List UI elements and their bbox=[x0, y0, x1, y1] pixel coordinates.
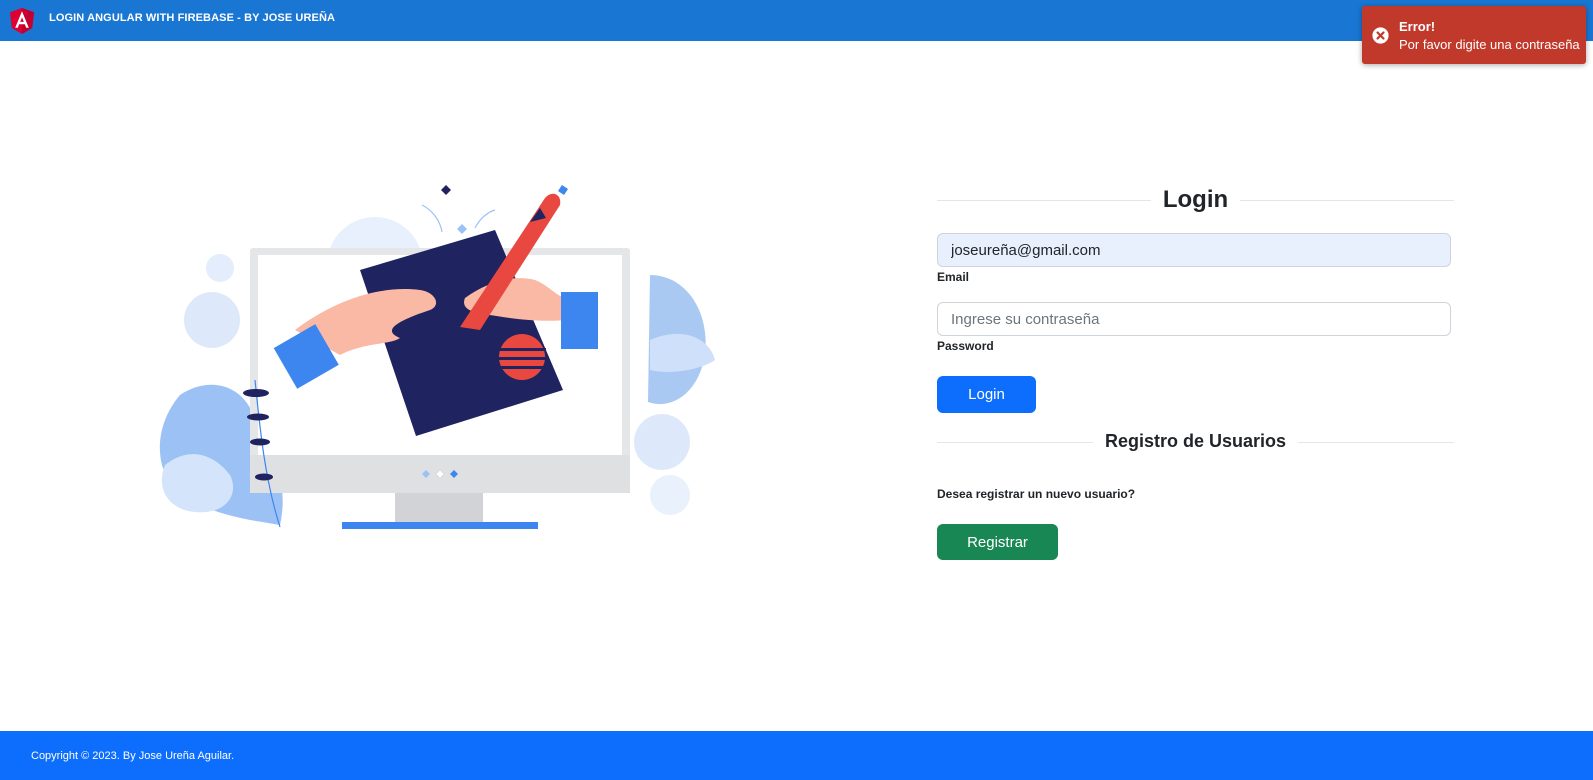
register-heading-divider: Registro de Usuarios bbox=[937, 431, 1454, 452]
password-label: Password bbox=[937, 339, 994, 353]
login-heading: Login bbox=[1150, 186, 1241, 213]
close-circle-icon bbox=[1372, 27, 1389, 44]
top-navbar: LOGIN ANGULAR WITH FIREBASE - BY JOSE UR… bbox=[0, 0, 1593, 41]
login-button[interactable]: Login bbox=[937, 376, 1036, 413]
navbar-title: LOGIN ANGULAR WITH FIREBASE - BY JOSE UR… bbox=[49, 12, 336, 24]
toast-title: Error! bbox=[1399, 19, 1436, 34]
email-label: Email bbox=[937, 270, 970, 284]
register-question: Desea registrar un nuevo usuario? bbox=[937, 487, 1136, 501]
angular-logo-icon[interactable] bbox=[10, 8, 34, 34]
toast-message: Por favor digite una contraseña bbox=[1399, 37, 1580, 52]
computer-drawing-illustration bbox=[159, 185, 715, 529]
footer: Copyright © 2023. By Jose Ureña Aguilar. bbox=[0, 731, 1593, 780]
footer-copyright: Copyright © 2023. By Jose Ureña Aguilar. bbox=[31, 750, 235, 762]
error-toast[interactable]: Error! Por favor digite una contraseña bbox=[1362, 6, 1586, 64]
register-heading: Registro de Usuarios bbox=[1092, 431, 1299, 451]
login-heading-divider: Login bbox=[937, 186, 1454, 214]
password-input[interactable] bbox=[937, 302, 1451, 336]
register-button[interactable]: Registrar bbox=[937, 524, 1058, 560]
email-input[interactable] bbox=[937, 233, 1451, 267]
